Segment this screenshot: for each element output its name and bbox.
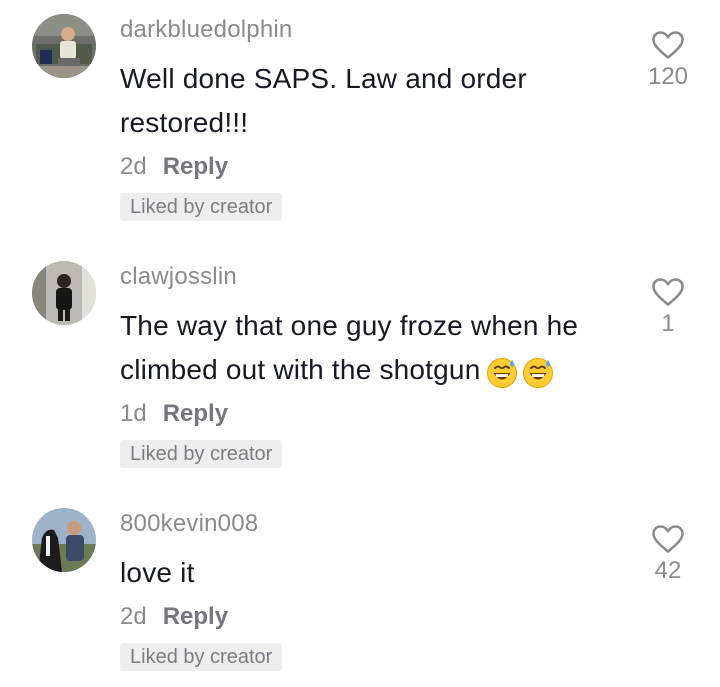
heart-icon[interactable] [651,277,685,307]
comment-username[interactable]: darkbluedolphin [120,14,292,46]
avatar[interactable] [32,508,96,572]
comment-text: The way that one guy froze when he climb… [120,304,610,394]
like-control: 1 [644,277,692,339]
heart-icon[interactable] [651,524,685,554]
liked-by-creator-badge: Liked by creator [120,643,283,671]
comment-item: darkbluedolphin Well done SAPS. Law and … [0,0,720,240]
heart-icon[interactable] [651,30,685,60]
comment-item: clawjosslin The way that one guy froze w… [0,247,720,487]
reply-button[interactable]: Reply [163,153,228,180]
liked-by-creator-badge: Liked by creator [120,440,283,468]
comment-username[interactable]: 800kevin008 [120,508,258,540]
liked-by-creator-badge: Liked by creator [120,193,283,221]
comment-meta: 2d Reply [120,151,228,183]
comment-text: Well done SAPS. Law and order restored!!… [120,63,527,138]
like-count: 120 [647,63,689,90]
like-count: 42 [654,557,682,584]
like-control: 120 [644,30,692,92]
comment-meta: 2d Reply [120,601,228,633]
comment-username[interactable]: clawjosslin [120,261,237,293]
comment-time: 1d [120,400,147,427]
reply-button[interactable]: Reply [163,400,228,427]
grinning-face-with-sweat-emoji [523,358,554,389]
avatar[interactable] [32,261,96,325]
comment-time: 2d [120,153,147,180]
comment-time: 2d [120,603,147,630]
comment-item: 800kevin008 love it 2d Reply Liked by cre… [0,494,720,687]
reply-button[interactable]: Reply [163,603,228,630]
avatar[interactable] [32,14,96,78]
grinning-face-with-sweat-emoji [487,358,518,389]
emoji-group [486,350,558,394]
like-control: 42 [644,524,692,586]
like-count: 1 [661,310,675,337]
comment-text: love it [120,557,195,588]
comment-meta: 1d Reply [120,398,228,430]
